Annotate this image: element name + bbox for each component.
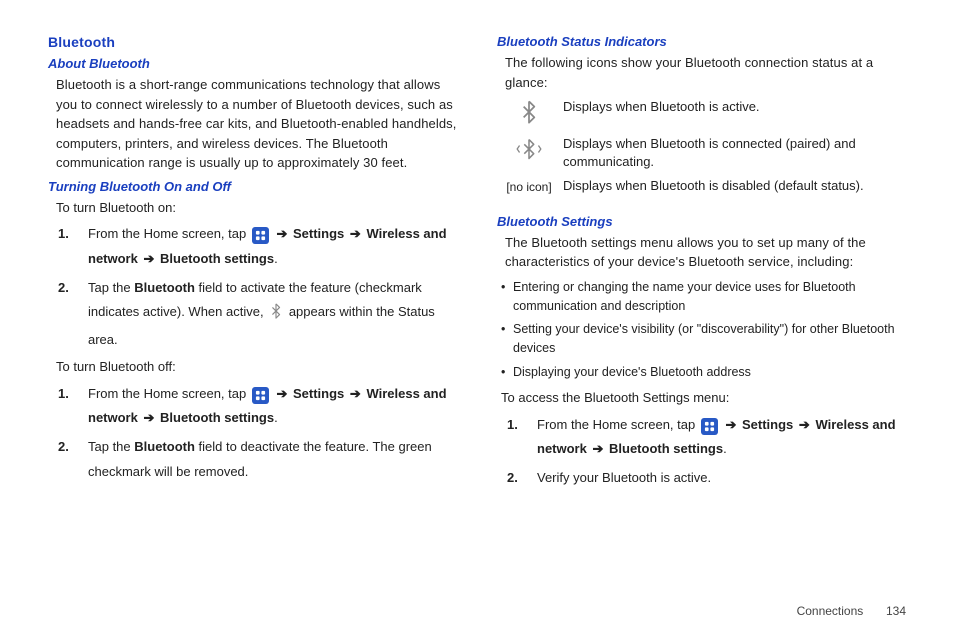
turn-off-steps: From the Home screen, tap ➔ Settings ➔ W… xyxy=(76,382,457,485)
arrow-icon: ➔ xyxy=(348,226,363,241)
turn-on-step-2: Tap the Bluetooth field to activate the … xyxy=(76,276,457,353)
apps-icon xyxy=(701,418,718,435)
turn-on-lead: To turn Bluetooth on: xyxy=(56,198,457,219)
bullet-name-change: Entering or changing the name your devic… xyxy=(501,278,906,316)
path-settings: Settings xyxy=(742,417,793,432)
left-column: Bluetooth About Bluetooth Bluetooth is a… xyxy=(48,34,457,495)
arrow-icon: ➔ xyxy=(141,251,156,266)
step-text: Tap the xyxy=(88,439,134,454)
arrow-icon: ➔ xyxy=(723,417,738,432)
step-text: Tap the xyxy=(88,280,134,295)
bluetooth-status-icon xyxy=(269,303,283,328)
arrow-icon: ➔ xyxy=(797,417,812,432)
path-settings: Settings xyxy=(293,386,344,401)
section-heading-bluetooth: Bluetooth xyxy=(48,34,457,50)
subheading-about-bluetooth: About Bluetooth xyxy=(48,56,457,71)
access-settings-lead: To access the Bluetooth Settings menu: xyxy=(501,388,906,409)
access-step-2: Verify your Bluetooth is active. xyxy=(525,466,906,491)
bluetooth-field-label: Bluetooth xyxy=(134,280,195,295)
right-column: Bluetooth Status Indicators The followin… xyxy=(497,34,906,495)
bluetooth-active-icon xyxy=(505,98,553,129)
turn-off-step-2: Tap the Bluetooth field to deactivate th… xyxy=(76,435,457,484)
bluetooth-connected-icon xyxy=(505,135,553,166)
turn-off-step-1: From the Home screen, tap ➔ Settings ➔ W… xyxy=(76,382,457,431)
turn-off-lead: To turn Bluetooth off: xyxy=(56,357,457,378)
arrow-icon: ➔ xyxy=(590,441,605,456)
apps-icon xyxy=(252,227,269,244)
apps-icon xyxy=(252,387,269,404)
settings-lead: The Bluetooth settings menu allows you t… xyxy=(505,233,906,272)
bullet-visibility: Setting your device's visibility (or "di… xyxy=(501,320,906,358)
bullet-address: Displaying your device's Bluetooth addre… xyxy=(501,363,906,382)
path-bluetooth-settings: Bluetooth settings xyxy=(609,441,723,456)
turn-on-steps: From the Home screen, tap ➔ Settings ➔ W… xyxy=(76,222,457,352)
access-step-1: From the Home screen, tap ➔ Settings ➔ W… xyxy=(525,413,906,462)
status-desc: Displays when Bluetooth is connected (pa… xyxy=(563,135,906,171)
status-row-connected: Displays when Bluetooth is connected (pa… xyxy=(505,135,906,171)
arrow-icon: ➔ xyxy=(141,410,156,425)
arrow-icon: ➔ xyxy=(348,386,363,401)
subheading-bluetooth-settings: Bluetooth Settings xyxy=(497,214,906,229)
bluetooth-field-label: Bluetooth xyxy=(134,439,195,454)
turn-on-step-1: From the Home screen, tap ➔ Settings ➔ W… xyxy=(76,222,457,271)
subheading-turning-on-off: Turning Bluetooth On and Off xyxy=(48,179,457,194)
no-icon-label: [no icon] xyxy=(505,177,553,196)
footer-page-number: 134 xyxy=(886,604,906,618)
page-footer: Connections 134 xyxy=(797,604,906,618)
status-desc: Displays when Bluetooth is active. xyxy=(563,98,906,116)
step-text: From the Home screen, tap xyxy=(88,226,250,241)
status-row-disabled: [no icon] Displays when Bluetooth is dis… xyxy=(505,177,906,196)
arrow-icon: ➔ xyxy=(274,226,289,241)
step-text: From the Home screen, tap xyxy=(537,417,699,432)
status-indicator-table: Displays when Bluetooth is active. Displ… xyxy=(505,98,906,196)
path-bluetooth-settings: Bluetooth settings xyxy=(160,251,274,266)
step-text: From the Home screen, tap xyxy=(88,386,250,401)
status-lead: The following icons show your Bluetooth … xyxy=(505,53,906,92)
footer-section: Connections xyxy=(797,604,864,618)
path-bluetooth-settings: Bluetooth settings xyxy=(160,410,274,425)
status-desc: Displays when Bluetooth is disabled (def… xyxy=(563,177,906,195)
content-columns: Bluetooth About Bluetooth Bluetooth is a… xyxy=(48,34,906,495)
arrow-icon: ➔ xyxy=(274,386,289,401)
access-settings-steps: From the Home screen, tap ➔ Settings ➔ W… xyxy=(525,413,906,491)
path-settings: Settings xyxy=(293,226,344,241)
settings-feature-list: Entering or changing the name your devic… xyxy=(501,278,906,382)
subheading-status-indicators: Bluetooth Status Indicators xyxy=(497,34,906,49)
status-row-active: Displays when Bluetooth is active. xyxy=(505,98,906,129)
about-bluetooth-body: Bluetooth is a short-range communication… xyxy=(56,75,457,173)
